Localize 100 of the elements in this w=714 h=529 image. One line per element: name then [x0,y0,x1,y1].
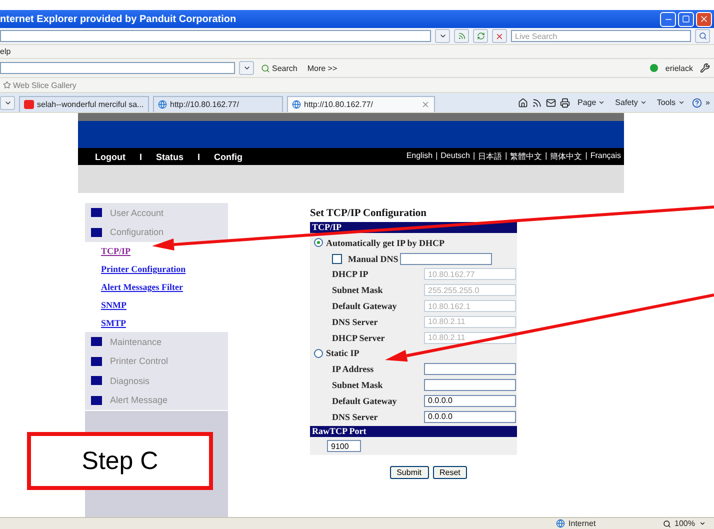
field-label: Subnet Mask [332,380,384,390]
close-icon [699,14,709,24]
field-label: DHCP IP [332,269,370,280]
language-separator: | [473,151,476,162]
input-field[interactable]: 0.0.0.0 [424,394,516,407]
settings-icon[interactable] [700,63,710,73]
overflow-chevron[interactable]: » [706,98,710,107]
language-separator: | [545,151,548,162]
form-button[interactable]: Reset [432,466,468,480]
nav-separator: I [140,152,142,162]
dropdown-button[interactable] [239,61,254,75]
nav-link[interactable]: Status [156,152,184,162]
feed-button[interactable] [454,29,469,43]
input-field[interactable] [424,379,516,392]
close-icon [495,32,504,40]
field-label: DNS Server [332,412,379,422]
input-field[interactable] [400,252,492,265]
refresh-icon [476,32,484,40]
sidebar-link[interactable]: SMTP [85,314,228,332]
browser-page-icon [158,100,167,108]
step-label: Step C [27,432,213,490]
field-label: IP Address [332,364,375,374]
section-header: RawTCP Port [310,426,517,437]
search-icon [698,32,706,40]
search-icon [261,64,270,72]
input-field[interactable] [424,363,516,376]
command-menu[interactable]: Page [574,96,608,110]
field-label: Default Gateway [332,396,398,406]
quick-tabs-button[interactable] [0,96,15,110]
favorites-item[interactable]: Web Slice Gallery [0,78,80,92]
help-icon[interactable] [692,98,702,108]
feed-icon [458,32,466,40]
sidebar-link[interactable]: Alert Messages Filter [85,278,228,296]
language-separator: | [436,151,438,162]
language-link[interactable]: 繁體中文 [510,151,542,162]
radio-label: Static IP [326,348,360,358]
more-button[interactable]: More >> [304,61,340,75]
browser-tab[interactable]: http://10.80.162.77/ [153,96,283,112]
field-label: DHCP Server [332,332,386,343]
dropdown-icon[interactable] [699,520,706,527]
caret-icon [678,99,685,106]
maximize-icon [682,15,690,23]
browser-tab[interactable]: http://10.80.162.77/ [287,96,435,112]
globe-icon [556,519,565,528]
field-label: Manual DNS [348,254,400,264]
language-link[interactable]: 簡体中文 [550,151,582,162]
language-link[interactable]: Deutsch [440,151,470,162]
field-label: DNS Server [332,316,379,327]
sidebar-link[interactable]: SNMP [85,296,228,314]
print-icon[interactable] [560,98,570,108]
zoom-icon [662,520,671,528]
language-link[interactable]: 日本語 [478,151,502,162]
language-separator: | [505,151,508,162]
port-field[interactable]: 9100 [327,440,361,452]
security-zone: Internet [568,519,597,528]
nav-link[interactable]: Logout [95,152,126,162]
field-label: Subnet Mask [332,285,384,296]
minimize-button[interactable] [660,12,676,26]
search-button[interactable]: Search [258,61,300,75]
home-icon[interactable] [518,98,528,108]
address-field[interactable] [0,30,431,42]
command-menu[interactable]: Safety [612,96,650,110]
language-separator: | [585,151,588,162]
checkbox[interactable] [332,254,342,264]
command-menu[interactable]: Tools [654,96,688,110]
form-button[interactable]: Submit [390,466,428,480]
input-field[interactable]: 0.0.0.0 [424,410,516,423]
form-title: Set TCP/IP Configuration [310,208,428,221]
field-label: Default Gateway [332,301,398,312]
stop-button[interactable] [492,29,507,43]
video-site-icon [24,100,34,108]
radio-label: Automatically get IP by DHCP [326,238,446,248]
maximize-button[interactable] [678,12,694,26]
language-link[interactable]: English [406,151,433,162]
browser-tab[interactable]: selah--wonderful merciful sa... [19,96,149,112]
caret-icon [438,32,446,40]
close-icon[interactable] [421,100,430,108]
nav-separator: I [198,152,200,162]
feed-icon[interactable] [532,98,542,108]
search-button[interactable] [695,29,710,43]
browser-page-icon [292,100,301,108]
dropdown-button[interactable] [435,29,450,43]
caret-icon [598,99,606,106]
sidebar-link[interactable]: Printer Configuration [85,260,228,278]
radio-button[interactable] [314,348,323,358]
caret-icon [242,64,250,72]
refresh-button[interactable] [473,29,488,43]
toolbar-search-field[interactable] [0,62,235,74]
star-icon [3,81,11,89]
nav-link[interactable]: Config [214,152,243,162]
mail-icon[interactable] [546,98,556,108]
close-button[interactable] [696,12,712,26]
online-status-dot [650,64,658,72]
menu-item[interactable]: elp [0,47,11,56]
sidebar-link[interactable]: TCP/IP [85,242,228,260]
radio-button[interactable] [314,238,323,248]
account-button[interactable]: erielack [662,61,696,75]
caret-icon [640,99,647,106]
zoom-level[interactable]: 100% [674,519,695,528]
language-link[interactable]: Français [590,151,621,162]
